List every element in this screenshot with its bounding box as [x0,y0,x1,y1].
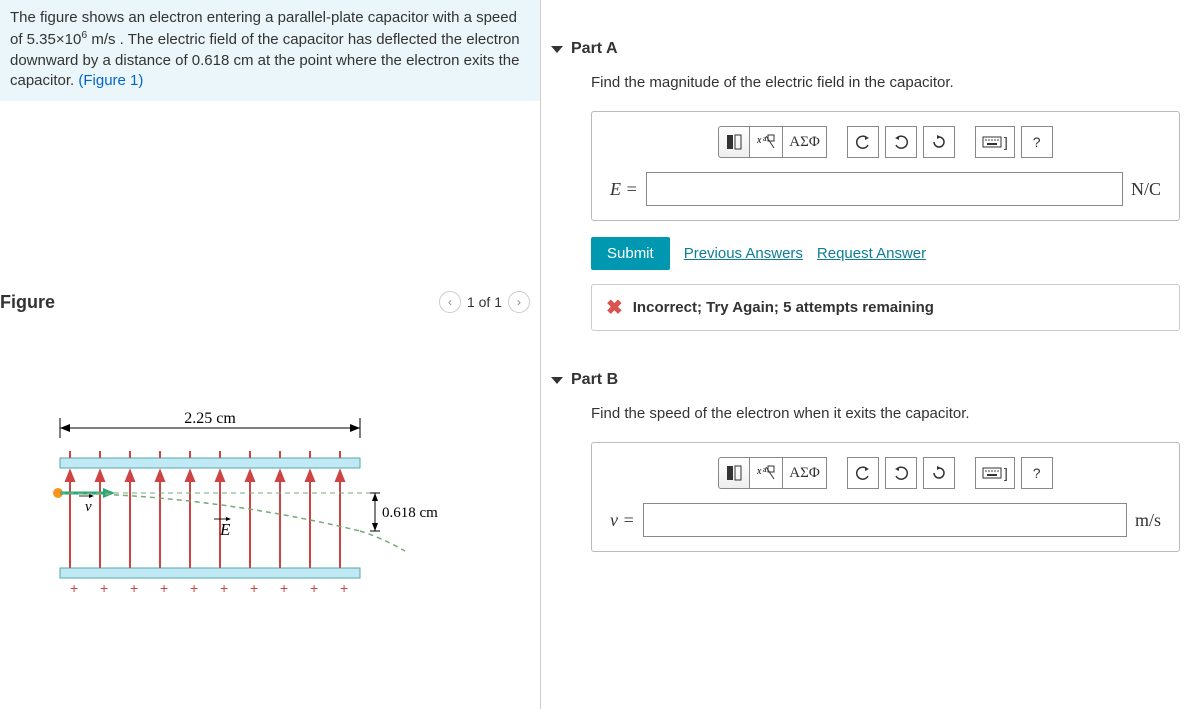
previous-answers-link[interactable]: Previous Answers [684,245,803,262]
request-answer-link[interactable]: Request Answer [817,245,926,262]
deflection-label: 0.618 cm [382,505,438,521]
svg-text:x: x [756,466,762,477]
width-label: 2.25 cm [184,410,236,427]
svg-text:+: + [160,580,168,596]
partB-prompt: Find the speed of the electron when it e… [591,405,1180,422]
svg-text:+: + [310,580,318,596]
partB-eq-label: v = [610,510,635,531]
svg-text:+: + [130,580,138,596]
template-tool-button[interactable] [718,126,750,158]
partA-answer-input[interactable] [646,172,1123,206]
problem-statement: The figure shows an electron entering a … [0,0,540,101]
svg-text:+: + [280,580,288,596]
template-tool-button-b[interactable] [718,457,750,489]
partB-answer-box: xa ΑΣΦ ] ? v = [591,442,1180,552]
greek-tool-button-b[interactable]: ΑΣΦ [782,457,827,489]
partA-eq-label: E = [610,179,638,200]
svg-text:+: + [340,580,348,596]
e-label: E [219,520,231,539]
help-button-b[interactable]: ? [1021,457,1053,489]
svg-text:+: + [250,580,258,596]
figure-link[interactable]: (Figure 1) [78,72,143,89]
undo-button-b[interactable] [847,457,879,489]
partA-answer-box: xa ΑΣΦ ] ? E = N/C [591,111,1180,221]
figure-counter: 1 of 1 [467,294,502,310]
svg-text:+: + [190,580,198,596]
figure-next-button[interactable]: › [508,291,530,313]
partB-answer-input[interactable] [643,503,1127,537]
partA-prompt: Find the magnitude of the electric field… [591,74,1180,91]
svg-text:+: + [100,580,108,596]
fraction-tool-button[interactable]: xa [749,126,783,158]
redo-button[interactable] [885,126,917,158]
figure-heading: Figure [0,292,55,313]
partA-submit-button[interactable]: Submit [591,237,670,270]
partA-feedback: ✖ Incorrect; Try Again; 5 attempts remai… [591,284,1180,331]
partA-title: Part A [571,40,618,58]
svg-text:+: + [220,580,228,596]
redo-button-b[interactable] [885,457,917,489]
figure-diagram: 2.25 cm + + + + + + + + + + [0,403,540,603]
svg-text:a: a [763,465,767,474]
partA-collapse-toggle[interactable] [551,46,563,53]
svg-text:+: + [70,580,78,596]
partB-units: m/s [1135,510,1161,531]
figure-prev-button[interactable]: ‹ [439,291,461,313]
keyboard-button-b[interactable]: ] [975,457,1015,489]
reset-button[interactable] [923,126,955,158]
partB-title: Part B [571,371,618,389]
incorrect-icon: ✖ [606,295,623,320]
svg-text:a: a [763,134,767,143]
svg-text:x: x [756,135,762,146]
partA-units: N/C [1131,179,1161,200]
undo-button[interactable] [847,126,879,158]
fraction-tool-button-b[interactable]: xa [749,457,783,489]
reset-button-b[interactable] [923,457,955,489]
help-button[interactable]: ? [1021,126,1053,158]
partB-collapse-toggle[interactable] [551,377,563,384]
keyboard-button[interactable]: ] [975,126,1015,158]
feedback-text: Incorrect; Try Again; 5 attempts remaini… [633,299,934,316]
greek-tool-button[interactable]: ΑΣΦ [782,126,827,158]
v-label: v [85,499,92,515]
